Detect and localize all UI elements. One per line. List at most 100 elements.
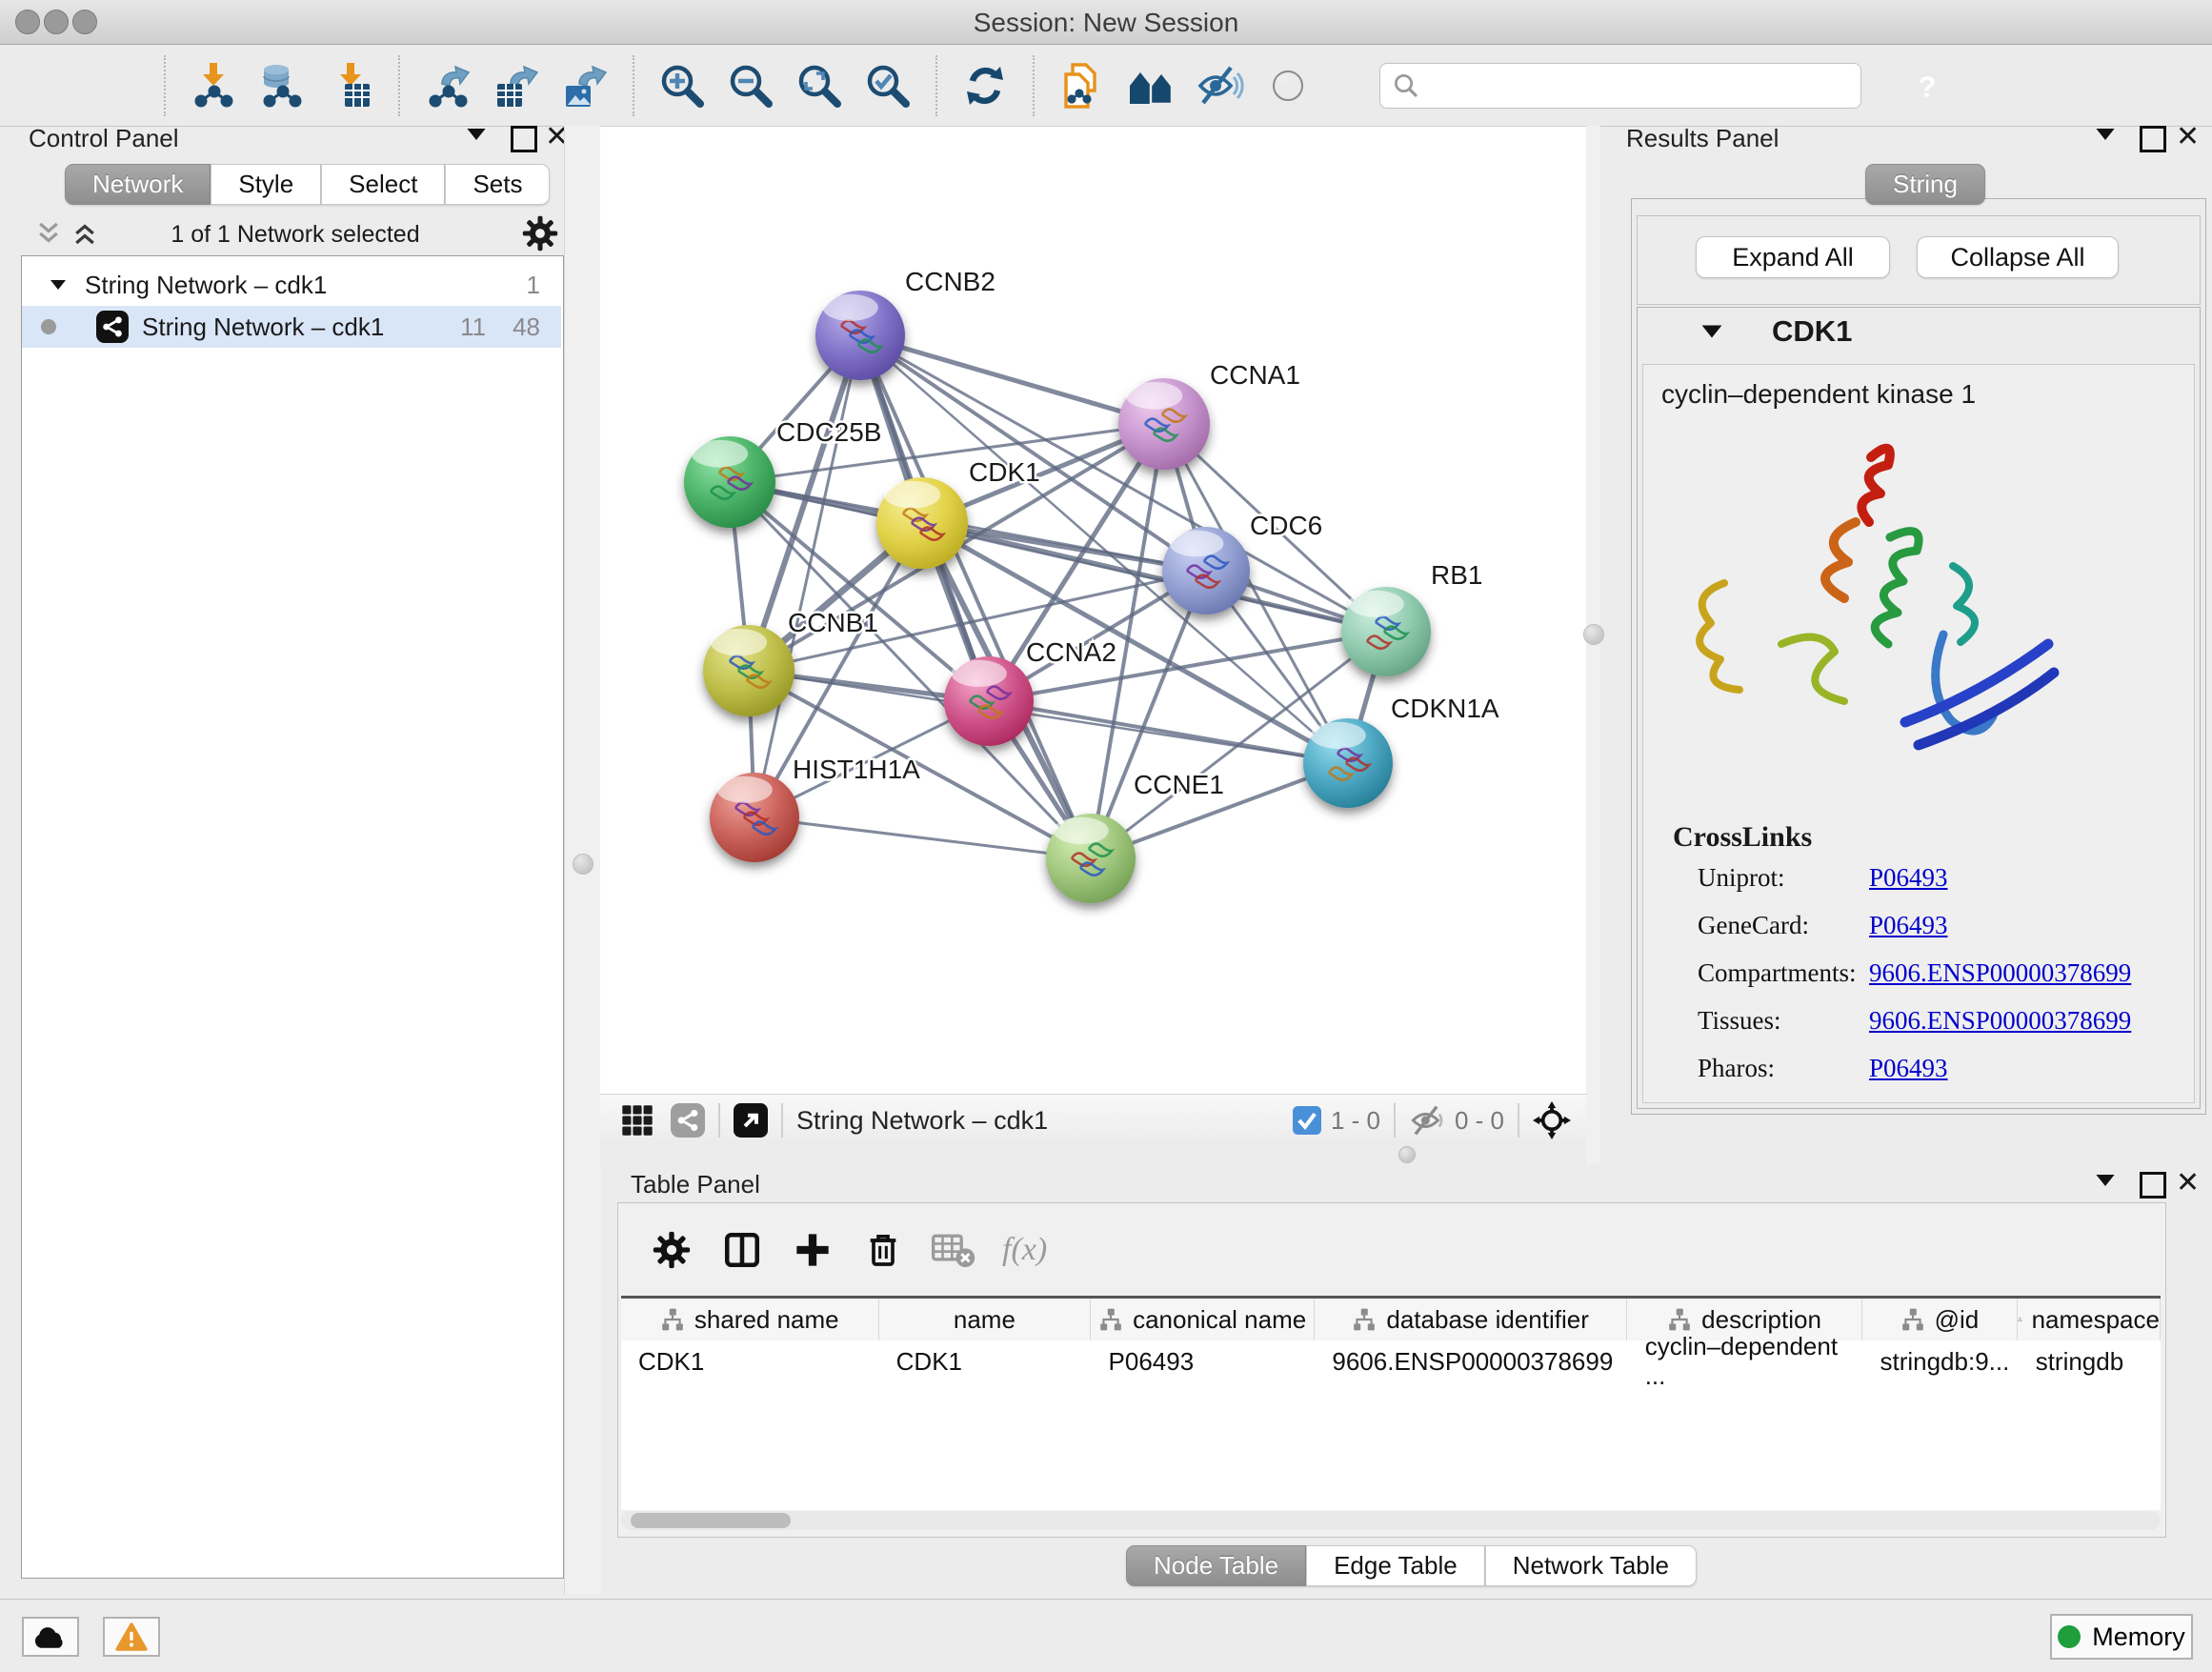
- refresh-network-button[interactable]: [951, 55, 1019, 116]
- network-node-HIST1H1A[interactable]: [710, 773, 799, 862]
- expand-all-networks-button[interactable]: [70, 219, 99, 252]
- crosslink-link[interactable]: P06493: [1869, 1054, 1948, 1083]
- import-network-database-button[interactable]: [248, 55, 316, 116]
- network-node-CCNA1[interactable]: [1118, 378, 1210, 470]
- tab-style[interactable]: Style: [211, 164, 321, 205]
- bottom-dock-splitter[interactable]: [600, 1146, 2212, 1163]
- network-node-CCNB2[interactable]: [815, 291, 905, 380]
- search-box[interactable]: [1379, 63, 1861, 109]
- network-node-CDK1[interactable]: [876, 477, 968, 569]
- tab-edge-table[interactable]: Edge Table: [1306, 1545, 1485, 1586]
- show-grid-icon[interactable]: [621, 1104, 654, 1137]
- network-node-RB1[interactable]: [1341, 587, 1431, 676]
- column-header-namespace[interactable]: namespace: [2018, 1299, 2161, 1340]
- hide-selected-button[interactable]: [1185, 55, 1254, 116]
- left-splitter-handle[interactable]: [573, 854, 593, 875]
- tab-node-table[interactable]: Node Table: [1126, 1545, 1306, 1586]
- table-cell[interactable]: P06493: [1092, 1340, 1316, 1382]
- column-header--id[interactable]: @id: [1862, 1299, 2018, 1340]
- table-settings-gear-icon[interactable]: [636, 1219, 707, 1280]
- bottom-dock-splitter-handle[interactable]: [1398, 1146, 1416, 1163]
- tab-sets[interactable]: Sets: [445, 164, 550, 205]
- table-scrollbar-thumb[interactable]: [631, 1513, 791, 1528]
- table-row[interactable]: CDK1CDK1P064939606.ENSP00000378699cyclin…: [621, 1340, 2161, 1382]
- results-panel-close-button[interactable]: ✕: [2176, 120, 2200, 153]
- network-canvas[interactable]: CCNB2CCNA1CDC25BCDK1CDC6RB1CCNB1CCNA2CDK…: [600, 126, 1586, 1095]
- crosslink-link[interactable]: P06493: [1869, 863, 1948, 893]
- memory-button[interactable]: Memory: [2050, 1614, 2193, 1660]
- column-header-canonical-name[interactable]: canonical name: [1091, 1299, 1315, 1340]
- tab-network[interactable]: Network: [65, 164, 211, 205]
- birds-eye-view-icon[interactable]: [734, 1103, 768, 1138]
- crosslink-link[interactable]: 9606.ENSP00000378699: [1869, 958, 2131, 988]
- fit-selected-crosshair-icon[interactable]: [1533, 1101, 1571, 1139]
- table-cell[interactable]: stringdb: [2019, 1340, 2161, 1382]
- network-node-CCNB1[interactable]: [703, 625, 794, 716]
- table-cell[interactable]: cyclin–dependent ...: [1628, 1340, 1863, 1382]
- table-cell[interactable]: 9606.ENSP00000378699: [1315, 1340, 1627, 1382]
- table-panel-maximize-button[interactable]: [2140, 1172, 2166, 1199]
- hidden-eye-icon[interactable]: [1409, 1104, 1447, 1137]
- import-table-file-icon: [326, 61, 375, 111]
- toolbar-group: [1035, 55, 1336, 116]
- help-button[interactable]: [1898, 62, 1945, 110]
- table-panel-float-button[interactable]: [2094, 1172, 2117, 1194]
- collection-expand-icon[interactable]: [49, 278, 68, 292]
- delete-column-icon[interactable]: [848, 1219, 918, 1280]
- search-input[interactable]: [1420, 70, 1834, 101]
- crosslink-link[interactable]: P06493: [1869, 911, 1948, 940]
- collapse-all-networks-button[interactable]: [34, 219, 63, 252]
- network-node-CCNE1[interactable]: [1046, 814, 1136, 903]
- column-header-shared-name[interactable]: shared name: [621, 1299, 879, 1340]
- cloud-status-button[interactable]: [22, 1617, 79, 1657]
- network-options-gear-icon[interactable]: [522, 215, 558, 256]
- column-header-database-identifier[interactable]: database identifier: [1315, 1299, 1627, 1340]
- clone-network-button[interactable]: [1048, 55, 1116, 116]
- warnings-button[interactable]: [103, 1617, 160, 1657]
- table-horizontal-scrollbar[interactable]: [621, 1511, 2161, 1530]
- column-type-icon: [2018, 1307, 2022, 1332]
- table-cell[interactable]: CDK1: [621, 1340, 879, 1382]
- import-table-file-button[interactable]: [316, 55, 385, 116]
- network-node-CDC25B[interactable]: [684, 436, 775, 528]
- network-collection-row[interactable]: String Network – cdk1 1: [22, 264, 561, 306]
- network-node-CDKN1A[interactable]: [1303, 718, 1393, 808]
- export-image-button[interactable]: [551, 55, 619, 116]
- save-session-button[interactable]: [82, 55, 151, 116]
- table-cell[interactable]: stringdb:9...: [1862, 1340, 2018, 1382]
- right-splitter-handle[interactable]: [1583, 624, 1604, 645]
- show-columns-icon[interactable]: [707, 1219, 777, 1280]
- collapse-all-button[interactable]: Collapse All: [1917, 236, 2119, 278]
- results-panel-maximize-button[interactable]: [2140, 126, 2166, 152]
- tab-string[interactable]: String: [1865, 164, 1985, 205]
- expand-all-button[interactable]: Expand All: [1696, 236, 1890, 278]
- left-splitter[interactable]: [564, 126, 601, 1595]
- tab-select[interactable]: Select: [321, 164, 445, 205]
- open-file-button[interactable]: [13, 55, 82, 116]
- network-row[interactable]: String Network – cdk1 11 48: [22, 306, 561, 348]
- crosslink-link[interactable]: 9606.ENSP00000378699: [1869, 1006, 2131, 1036]
- entry-collapse-icon[interactable]: [1699, 322, 1724, 346]
- show-all-button[interactable]: [1254, 55, 1322, 116]
- table-panel-close-button[interactable]: ✕: [2176, 1166, 2200, 1199]
- first-neighbors-button[interactable]: [1116, 55, 1185, 116]
- export-table-button[interactable]: [482, 55, 551, 116]
- zoom-fit-button[interactable]: [785, 55, 854, 116]
- control-panel-float-button[interactable]: [465, 126, 488, 148]
- zoom-in-button[interactable]: [648, 55, 716, 116]
- network-node-CCNA2[interactable]: [944, 656, 1034, 746]
- tab-network-table[interactable]: Network Table: [1485, 1545, 1697, 1586]
- zoom-selected-button[interactable]: [854, 55, 922, 116]
- zoom-out-button[interactable]: [716, 55, 785, 116]
- selected-nodes-checkbox-icon[interactable]: [1293, 1106, 1321, 1135]
- add-column-icon[interactable]: [777, 1219, 848, 1280]
- import-network-file-button[interactable]: [179, 55, 248, 116]
- table-cell[interactable]: CDK1: [879, 1340, 1092, 1382]
- network-badge-icon[interactable]: [671, 1103, 705, 1138]
- right-splitter[interactable]: [1586, 126, 1600, 1164]
- export-network-button[interactable]: [413, 55, 482, 116]
- network-node-CDC6[interactable]: [1162, 527, 1250, 614]
- results-panel-float-button[interactable]: [2094, 126, 2117, 148]
- control-panel-maximize-button[interactable]: [511, 126, 537, 152]
- column-header-name[interactable]: name: [879, 1299, 1092, 1340]
